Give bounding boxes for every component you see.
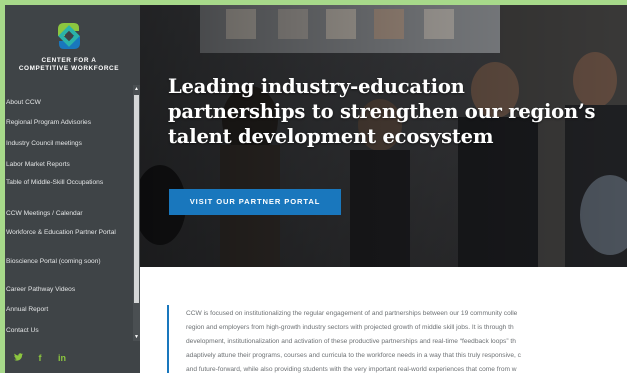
intro-line: and future-forward, while also providing… <box>186 366 517 373</box>
hero-title: Leading industry-education partnerships … <box>168 75 596 148</box>
logo-line-1: CENTER FOR A <box>41 57 97 64</box>
sidebar-item-annual-report[interactable]: Annual Report <box>5 306 133 314</box>
sidebar-item-regional-program-advisories[interactable]: Regional Program Advisories <box>5 119 133 127</box>
social-links: f in <box>13 353 67 363</box>
scroll-thumb[interactable] <box>134 95 139 303</box>
facebook-icon[interactable]: f <box>35 353 45 363</box>
logo-line-2: COMPETITIVE WORKFORCE <box>18 65 120 72</box>
scroll-up-icon[interactable]: ▲ <box>133 85 140 93</box>
visit-partner-portal-button[interactable]: VISIT OUR PARTNER PORTAL <box>169 189 341 215</box>
intro-paragraph: CCW is focused on institutionalizing the… <box>186 307 627 373</box>
intro-section: CCW is focused on institutionalizing the… <box>140 267 627 373</box>
sidebar-scrollbar[interactable]: ▲ ▼ <box>133 85 140 341</box>
page-frame: CENTER FOR A COMPETITIVE WORKFORCE About… <box>5 5 627 373</box>
ccw-logo-icon <box>58 23 80 49</box>
scroll-down-icon[interactable]: ▼ <box>133 333 140 341</box>
sidebar-item-industry-council-meetings[interactable]: Industry Council meetings <box>5 140 133 148</box>
sidebar-item-partner-portal[interactable]: Workforce & Education Partner Portal <box>5 229 133 237</box>
sidebar-item-meetings-calendar[interactable]: CCW Meetings / Calendar <box>5 210 133 218</box>
sidebar-item-middle-skill-occupations[interactable]: Table of Middle-Skill Occupations <box>5 179 133 187</box>
sidebar-item-career-pathway-videos[interactable]: Career Pathway Videos <box>5 286 133 294</box>
twitter-icon[interactable] <box>13 353 23 363</box>
site-logo[interactable]: CENTER FOR A COMPETITIVE WORKFORCE <box>5 19 133 73</box>
quote-accent-bar <box>167 305 169 373</box>
sidebar-item-labor-market-reports[interactable]: Labor Market Reports <box>5 161 133 169</box>
sidebar: CENTER FOR A COMPETITIVE WORKFORCE About… <box>5 5 140 373</box>
intro-line: adaptively attune their programs, course… <box>186 352 521 359</box>
sidebar-item-contact-us[interactable]: Contact Us <box>5 327 133 335</box>
hero-banner: Leading industry-education partnerships … <box>140 5 627 267</box>
intro-line: development, institutionalization and ac… <box>186 338 516 345</box>
linkedin-icon[interactable]: in <box>57 353 67 363</box>
intro-line: region and employers from high-growth in… <box>186 324 514 331</box>
sidebar-item-about[interactable]: About CCW <box>5 99 133 107</box>
intro-line: CCW is focused on institutionalizing the… <box>186 310 518 317</box>
sidebar-item-bioscience-portal[interactable]: Bioscience Portal (coming soon) <box>5 258 133 266</box>
